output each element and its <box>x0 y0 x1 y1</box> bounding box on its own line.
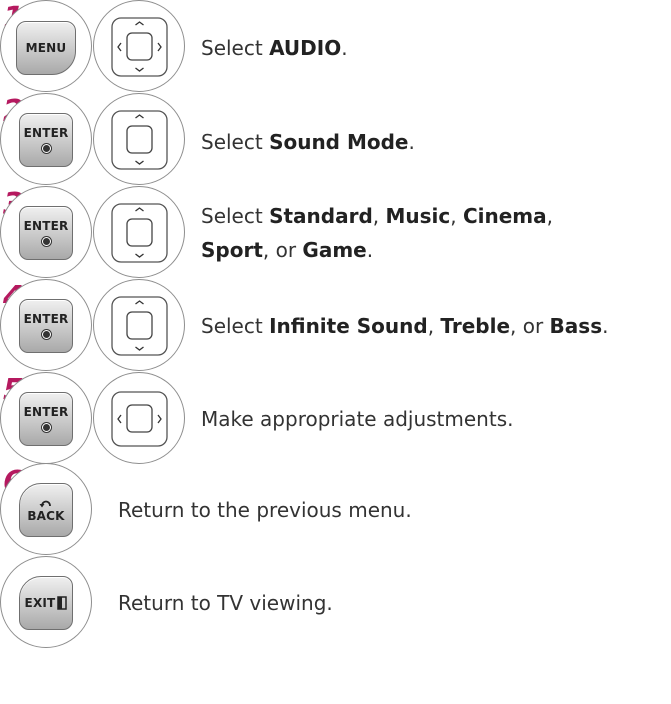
step-3: 3 ENTER Select Standard, Music, Cinema, … <box>0 186 671 278</box>
dpad-updown-icon[interactable] <box>93 279 185 371</box>
dpad-updown-glyph <box>111 203 168 263</box>
instruction-keyword: Sport <box>201 238 263 262</box>
back-button-circle: BACK <box>0 463 92 555</box>
instruction-keyword: Sound Mode <box>269 130 409 154</box>
step-instruction: Select Infinite Sound, Treble, or Bass. <box>201 314 609 338</box>
menu-key[interactable]: MENU <box>16 21 76 75</box>
dpad-4way-icon[interactable] <box>93 0 185 92</box>
enter-dot-icon <box>41 144 51 153</box>
enter-key[interactable]: ENTER <box>19 299 73 353</box>
enter-button-circle: ENTER <box>0 93 92 185</box>
instruction-keyword: Cinema <box>462 204 547 228</box>
step-exit: EXIT Return to TV viewing. <box>0 556 671 648</box>
menu-button-circle: MENU <box>0 0 92 92</box>
dpad-updown-icon[interactable] <box>93 93 185 185</box>
back-arrow-icon <box>39 500 51 508</box>
instruction-keyword: Music <box>385 204 451 228</box>
step-instruction: Return to TV viewing. <box>118 591 333 615</box>
enter-button-circle: ENTER <box>0 372 92 464</box>
enter-dot-icon <box>41 237 51 246</box>
dpad-updown-glyph <box>111 296 168 356</box>
dpad-updown-glyph <box>111 110 168 170</box>
step-instruction: Select Standard, Music, Cinema, <box>201 204 553 228</box>
step-instruction: Select AUDIO. <box>201 36 348 60</box>
enter-key[interactable]: ENTER <box>19 113 73 167</box>
instruction-keyword: Standard <box>269 204 373 228</box>
exit-door-icon <box>57 596 68 610</box>
dpad-updown-icon[interactable] <box>93 186 185 278</box>
step-5: 5 ENTER Make appropriate adjustments. <box>0 372 671 464</box>
enter-button-circle: ENTER <box>0 279 92 371</box>
enter-dot-icon <box>41 330 51 339</box>
enter-dot-icon <box>41 423 51 432</box>
enter-button-circle: ENTER <box>0 186 92 278</box>
step-instruction: Make appropriate adjustments. <box>201 407 514 431</box>
dpad-leftright-glyph <box>111 391 168 447</box>
step-instruction: Return to the previous menu. <box>118 498 412 522</box>
dpad-4way-glyph <box>111 17 168 77</box>
dpad-leftright-icon[interactable] <box>93 372 185 464</box>
back-key[interactable]: BACK <box>19 483 73 537</box>
step-2: 2 ENTER Select Sound Mode. <box>0 93 671 185</box>
enter-key[interactable]: ENTER <box>19 392 73 446</box>
step-instruction-line2: Sport, or Game. <box>201 238 374 262</box>
exit-key[interactable]: EXIT <box>19 576 73 630</box>
step-6: 6 BACK Return to the previous menu. <box>0 463 671 555</box>
step-1: 1 MENU Select AUDIO. <box>0 0 671 92</box>
instruction-keyword: Bass <box>549 314 603 338</box>
instruction-keyword: AUDIO <box>269 36 342 60</box>
instruction-keyword: Game <box>302 238 367 262</box>
enter-key[interactable]: ENTER <box>19 206 73 260</box>
instruction-keyword: Infinite Sound <box>269 314 428 338</box>
step-instruction: Select Sound Mode. <box>201 130 415 154</box>
exit-button-circle: EXIT <box>0 556 92 648</box>
step-4: 4 ENTER Select Infinite Sound, Treble, o… <box>0 279 671 371</box>
instruction-keyword: Treble <box>440 314 511 338</box>
